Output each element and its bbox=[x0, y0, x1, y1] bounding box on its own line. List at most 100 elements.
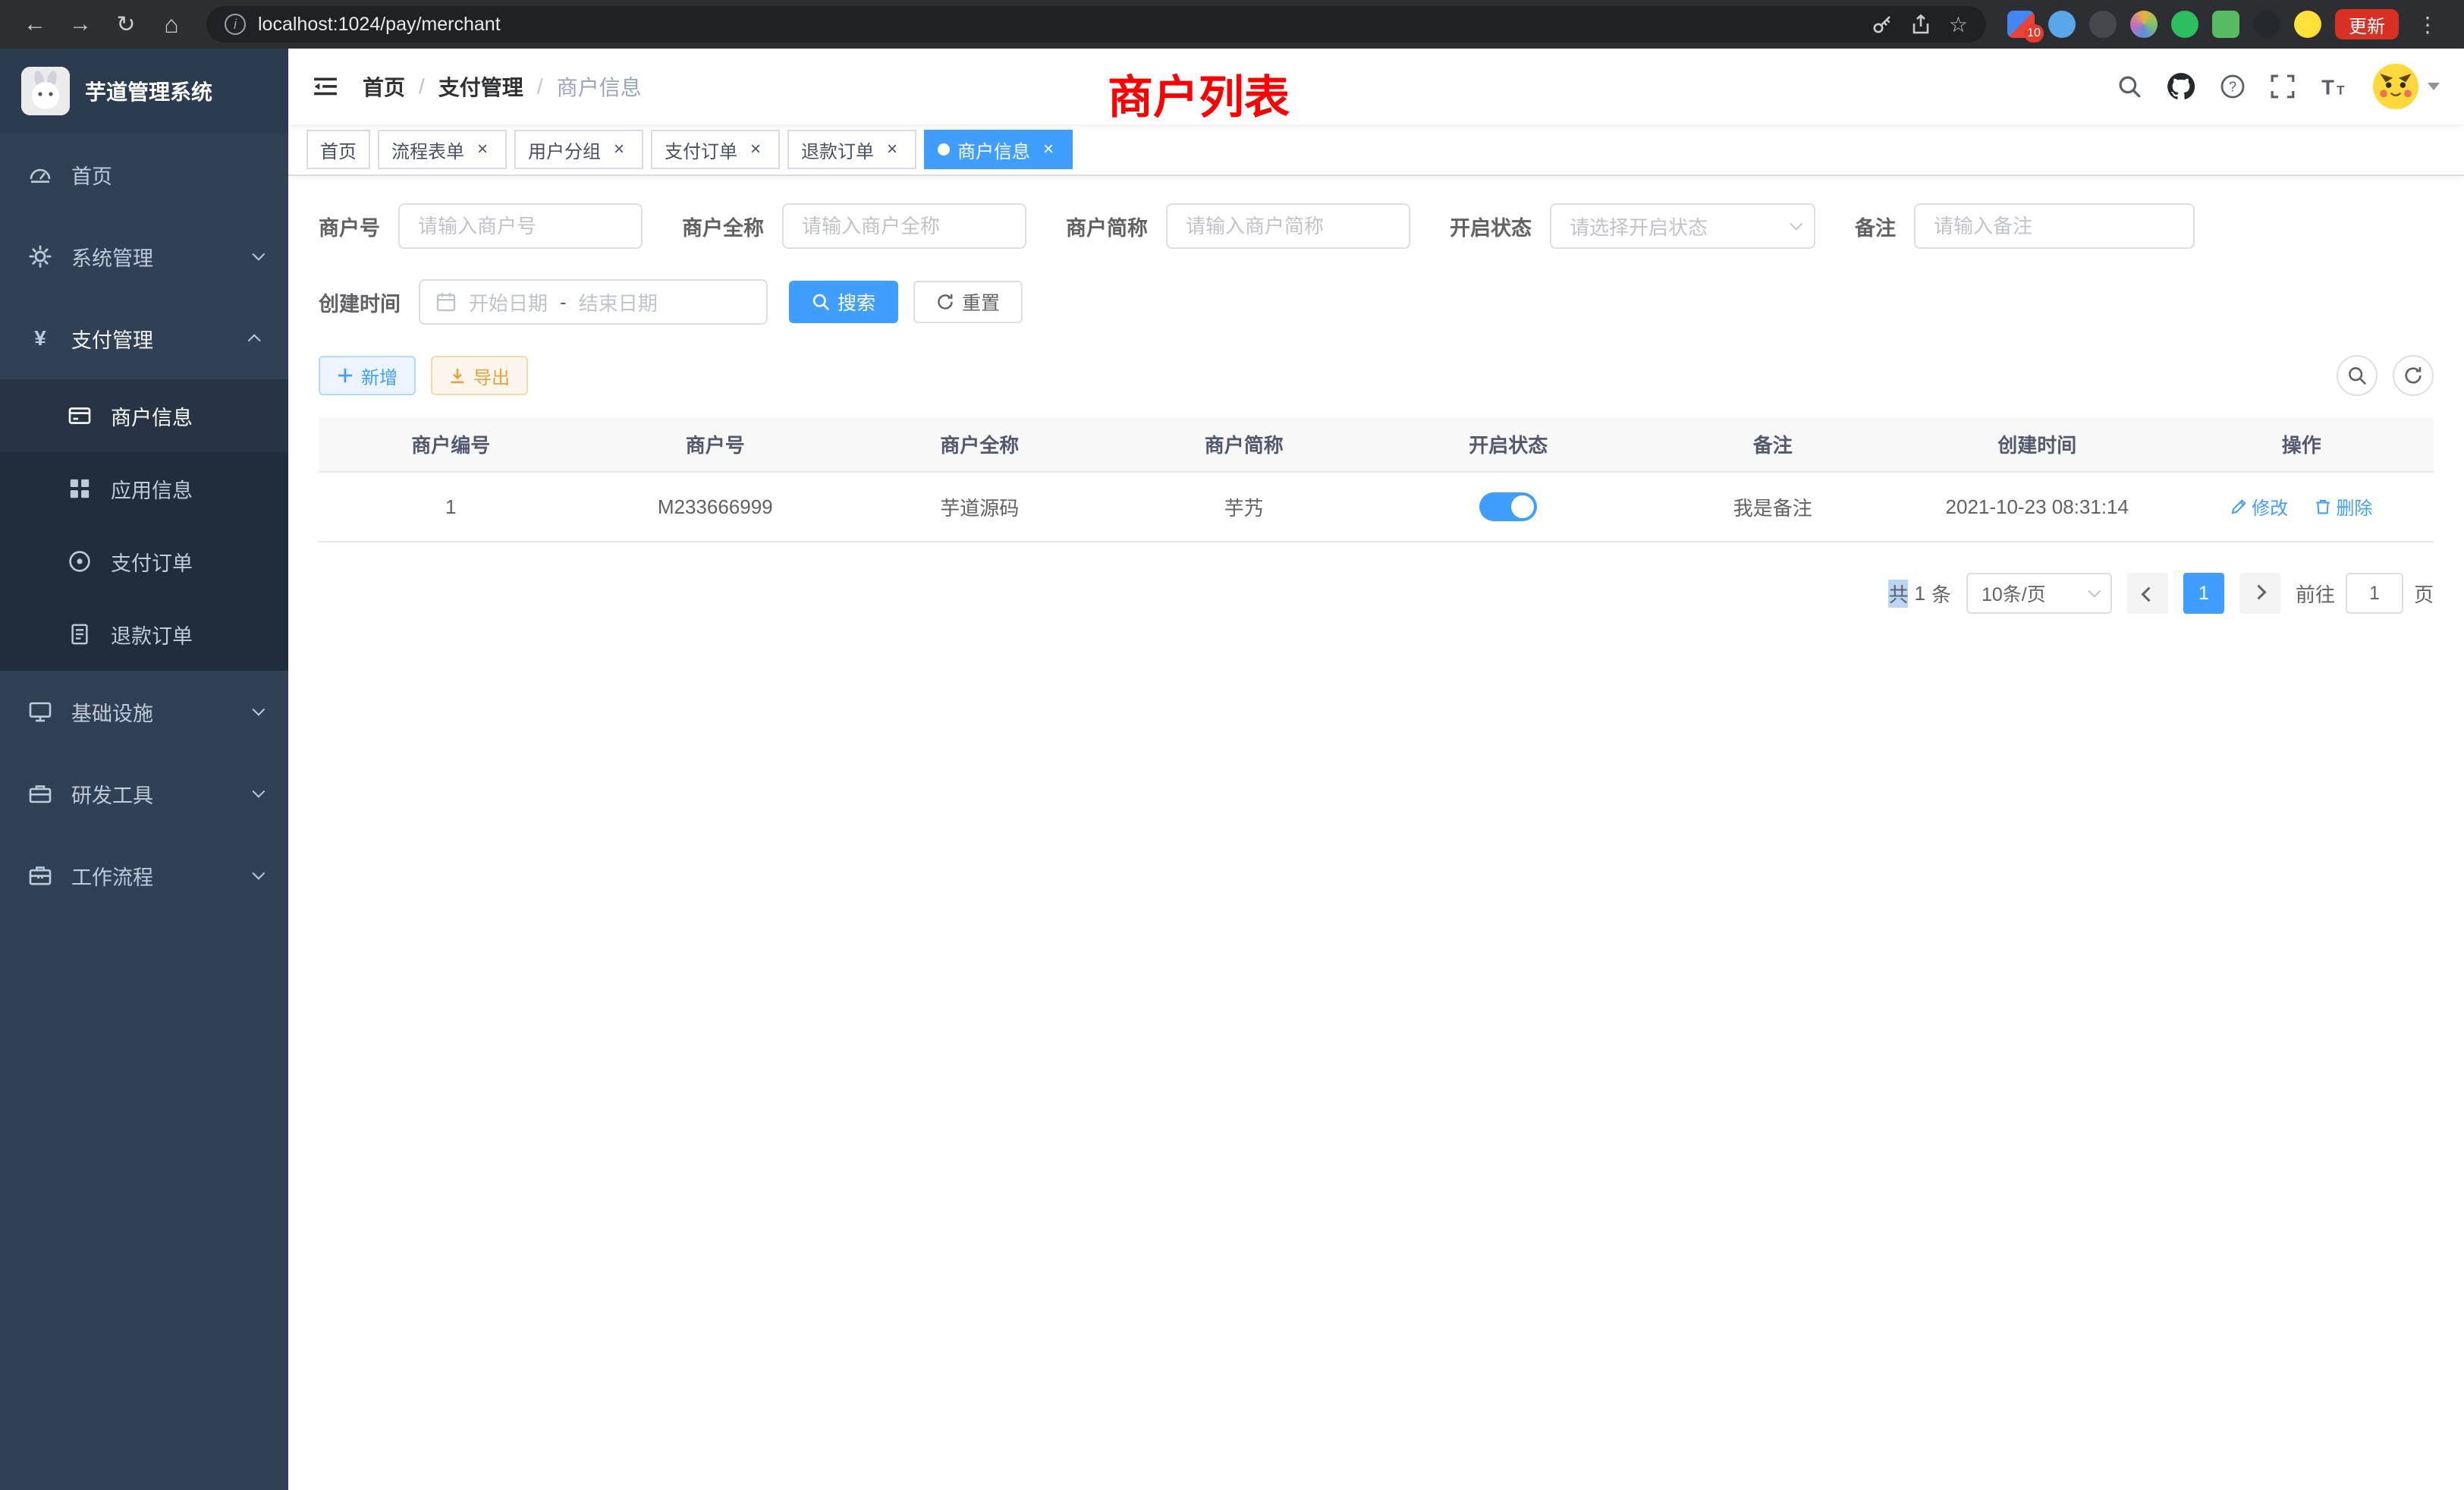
chevron-down-icon bbox=[2428, 83, 2440, 90]
home-icon[interactable] bbox=[152, 5, 191, 44]
date-range-picker[interactable]: 开始日期 - 结束日期 bbox=[419, 279, 768, 325]
fullscreen-icon[interactable] bbox=[2270, 74, 2296, 99]
sidebar-item-system[interactable]: 系统管理 bbox=[0, 215, 288, 297]
browser-menu-icon[interactable] bbox=[2412, 12, 2443, 37]
sidebar-item-workflow[interactable]: 工作流程 bbox=[0, 835, 288, 916]
help-icon[interactable]: ? bbox=[2220, 74, 2246, 99]
extension-drop-icon[interactable] bbox=[2048, 11, 2076, 38]
svg-text:?: ? bbox=[2229, 79, 2236, 94]
key-icon[interactable] bbox=[1872, 14, 1893, 35]
extension-grid-icon[interactable]: 10 bbox=[2007, 11, 2035, 38]
cell-remark: 我是备注 bbox=[1641, 472, 1906, 542]
pagination-total: 共 1 条 bbox=[1888, 580, 1951, 608]
extension-pinwheel-icon[interactable] bbox=[2253, 11, 2280, 38]
close-icon[interactable]: × bbox=[882, 139, 903, 160]
status-select[interactable]: 请选择开启状态 bbox=[1550, 203, 1815, 249]
search-button[interactable]: 搜索 bbox=[789, 281, 898, 323]
chevron-down-icon bbox=[252, 707, 261, 716]
chevron-down-icon bbox=[252, 871, 261, 880]
screen: localhost:1024/pay/merchant 10 更 bbox=[0, 0, 2464, 1490]
browser-update-button[interactable]: 更新 bbox=[2335, 9, 2399, 39]
tab-process-form[interactable]: 流程表单 × bbox=[378, 130, 507, 169]
monitor-icon bbox=[27, 699, 53, 724]
app-navbar: 首页 / 支付管理 / 商户信息 商户列表 ? bbox=[288, 49, 2464, 124]
back-icon[interactable] bbox=[15, 5, 55, 44]
sidebar-item-infra[interactable]: 基础设施 bbox=[0, 671, 288, 753]
toggle-search-button[interactable] bbox=[2337, 355, 2378, 396]
card-icon bbox=[67, 404, 93, 428]
page-content: 商户号 商户全称 商户简称 开启状态 请选择开启状态 bbox=[288, 176, 2464, 1490]
close-icon[interactable]: × bbox=[745, 139, 766, 160]
address-bar[interactable]: localhost:1024/pay/merchant bbox=[206, 6, 1986, 42]
export-button[interactable]: 导出 bbox=[431, 356, 528, 395]
user-avatar bbox=[2373, 64, 2418, 109]
sidebar-item-pay[interactable]: ¥ 支付管理 bbox=[0, 297, 288, 379]
breadcrumb: 首页 / 支付管理 / 商户信息 bbox=[363, 71, 642, 102]
short-name-input[interactable] bbox=[1166, 203, 1410, 249]
tab-pay-order[interactable]: 支付订单 × bbox=[651, 130, 780, 169]
tab-home[interactable]: 首页 bbox=[306, 130, 370, 169]
toggle-knob bbox=[1511, 495, 1534, 518]
add-button[interactable]: 新增 bbox=[319, 356, 416, 395]
next-page-button[interactable] bbox=[2239, 573, 2280, 614]
share-icon[interactable] bbox=[1911, 14, 1931, 35]
remark-input[interactable] bbox=[1914, 203, 2195, 249]
font-size-icon[interactable]: TT bbox=[2320, 74, 2349, 99]
extension-rainbow-icon[interactable] bbox=[2130, 11, 2158, 38]
breadcrumb-item-pay[interactable]: 支付管理 bbox=[438, 71, 523, 102]
column-header: 商户编号 bbox=[319, 417, 583, 472]
sidebar-subitem-merchant-info[interactable]: 商户信息 bbox=[0, 379, 288, 452]
date-start-placeholder: 开始日期 bbox=[469, 288, 548, 316]
short-name-label: 商户简称 bbox=[1066, 212, 1148, 241]
sidebar-item-home[interactable]: 首页 bbox=[0, 134, 288, 215]
forward-icon[interactable] bbox=[61, 5, 100, 44]
gear-icon bbox=[27, 244, 53, 269]
status-toggle[interactable] bbox=[1479, 492, 1537, 521]
prev-page-button[interactable] bbox=[2127, 573, 2168, 614]
extension-green-circle-icon[interactable] bbox=[2171, 11, 2198, 38]
tab-user-group[interactable]: 用户分组 × bbox=[514, 130, 643, 169]
column-header: 创建时间 bbox=[1905, 417, 2170, 472]
sidebar: 芋道管理系统 首页 系统管理 ¥ bbox=[0, 49, 288, 1490]
sidebar-fold-icon[interactable] bbox=[313, 74, 338, 99]
refresh-table-button[interactable] bbox=[2393, 355, 2434, 396]
column-header: 商户简称 bbox=[1112, 417, 1377, 472]
breadcrumb-item-home[interactable]: 首页 bbox=[363, 71, 405, 102]
bookmark-star-icon[interactable] bbox=[1949, 12, 1968, 37]
column-header: 开启状态 bbox=[1376, 417, 1641, 472]
extension-dark-icon[interactable] bbox=[2089, 11, 2117, 38]
tab-merchant-info[interactable]: 商户信息 × bbox=[924, 130, 1073, 169]
page-number-button[interactable]: 1 bbox=[2183, 573, 2224, 614]
edit-link[interactable]: 修改 bbox=[2230, 493, 2288, 520]
goto-page-input[interactable] bbox=[2346, 573, 2403, 614]
reset-button[interactable]: 重置 bbox=[913, 281, 1023, 323]
merchant-no-input[interactable] bbox=[398, 203, 643, 249]
tab-refund-order[interactable]: 退款订单 × bbox=[787, 130, 916, 169]
user-menu[interactable] bbox=[2373, 64, 2440, 109]
tab-label: 用户分组 bbox=[528, 137, 601, 163]
remark-label: 备注 bbox=[1855, 212, 1896, 241]
full-name-input[interactable] bbox=[782, 203, 1026, 249]
sidebar-subitem-pay-order[interactable]: 支付订单 bbox=[0, 525, 288, 598]
sidebar-subitem-app-info[interactable]: 应用信息 bbox=[0, 452, 288, 525]
reload-icon[interactable] bbox=[106, 5, 146, 44]
extension-green-square-icon[interactable] bbox=[2212, 11, 2239, 38]
github-icon[interactable] bbox=[2167, 72, 2195, 101]
close-icon[interactable]: × bbox=[1038, 139, 1059, 160]
sidebar-item-label: 支付订单 bbox=[111, 547, 193, 577]
sidebar-item-devtools[interactable]: 研发工具 bbox=[0, 753, 288, 835]
app-logo[interactable]: 芋道管理系统 bbox=[0, 49, 288, 134]
page-size-select[interactable]: 10条/页 bbox=[1966, 573, 2112, 614]
site-info-icon[interactable] bbox=[225, 14, 246, 35]
cell-short-name: 芋艿 bbox=[1112, 472, 1377, 542]
cell-full-name: 芋道源码 bbox=[847, 472, 1112, 542]
delete-link[interactable]: 删除 bbox=[2315, 493, 2372, 520]
close-icon[interactable]: × bbox=[608, 139, 630, 160]
sidebar-subitem-refund-order[interactable]: 退款订单 bbox=[0, 598, 288, 671]
grid-icon bbox=[67, 477, 93, 500]
close-icon[interactable]: × bbox=[472, 139, 493, 160]
extension-pikachu-icon[interactable] bbox=[2294, 11, 2321, 38]
sidebar-item-label: 系统管理 bbox=[71, 242, 153, 272]
search-icon[interactable] bbox=[2117, 74, 2142, 99]
breadcrumb-separator: / bbox=[419, 74, 425, 99]
